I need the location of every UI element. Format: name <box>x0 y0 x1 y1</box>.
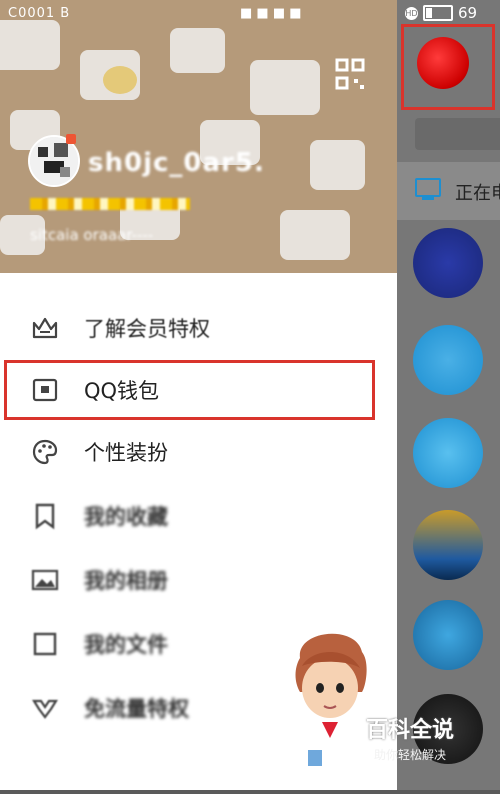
hd-icon: HD <box>405 6 418 20</box>
status-bar-right: HD 69 <box>405 4 477 22</box>
status-bar-left: C0001 B <box>8 6 71 21</box>
conversation-avatar[interactable] <box>413 600 483 670</box>
online-status-text: 正在电 <box>455 183 500 204</box>
gift-icon <box>28 691 62 725</box>
watermark-subtitle: 助你轻松解决 <box>373 748 446 762</box>
menu-item-qq-wallet[interactable]: QQ钱包 <box>4 360 375 420</box>
battery-level: 69 <box>458 4 478 22</box>
status-bar-indicators: ■ ■ ■ ■ <box>240 6 302 21</box>
menu-item-label: 免流量特权 <box>84 697 189 721</box>
menu-item-label: QQ钱包 <box>84 379 160 403</box>
online-devices-row[interactable]: 正在电 <box>397 162 500 220</box>
conversation-avatar[interactable] <box>413 325 483 395</box>
watermark-logo: 百科全说 助你轻松解决 <box>358 712 462 768</box>
bookmark-icon <box>28 499 62 533</box>
palette-icon <box>28 435 62 469</box>
user-avatar[interactable] <box>417 37 469 89</box>
qr-code-icon[interactable] <box>335 58 365 92</box>
user-avatar-highlight[interactable] <box>401 24 495 110</box>
wallet-icon <box>28 373 62 407</box>
watermark-title: 百科全说 <box>365 718 454 743</box>
conversation-list-preview[interactable]: HD 69 正在电 <box>397 0 500 790</box>
menu-item-personalize[interactable]: 个性装扮 <box>0 420 397 484</box>
notification-badge <box>66 134 76 144</box>
conversation-avatar[interactable] <box>413 510 483 580</box>
menu-item-label: 我的文件 <box>84 633 168 657</box>
profile-signature[interactable]: sitcaia oraaar---- <box>30 226 153 244</box>
folder-icon <box>28 627 62 661</box>
menu-item-label: 个性装扮 <box>84 441 168 465</box>
menu-item-label: 了解会员特权 <box>84 317 210 341</box>
conversation-avatar[interactable] <box>413 418 483 488</box>
photo-icon <box>28 563 62 597</box>
battery-icon <box>423 5 453 21</box>
monitor-icon <box>415 178 441 200</box>
menu-item-label: 我的收藏 <box>84 505 168 529</box>
conversation-avatar[interactable] <box>413 228 483 298</box>
menu-item-favorites[interactable]: 我的收藏 <box>0 484 397 548</box>
profile-header[interactable]: C0001 B ■ ■ ■ ■ sh0jc_0ar5. sitcaia oraa… <box>0 0 397 273</box>
profile-nickname[interactable]: sh0jc_0ar5. <box>88 148 265 178</box>
search-bar[interactable] <box>415 118 500 150</box>
crown-icon <box>28 311 62 345</box>
vip-badges-row[interactable] <box>30 198 190 210</box>
menu-item-vip-privileges[interactable]: 了解会员特权 <box>0 296 397 360</box>
menu-item-label: 我的相册 <box>84 569 168 593</box>
menu-item-album[interactable]: 我的相册 <box>0 548 397 612</box>
